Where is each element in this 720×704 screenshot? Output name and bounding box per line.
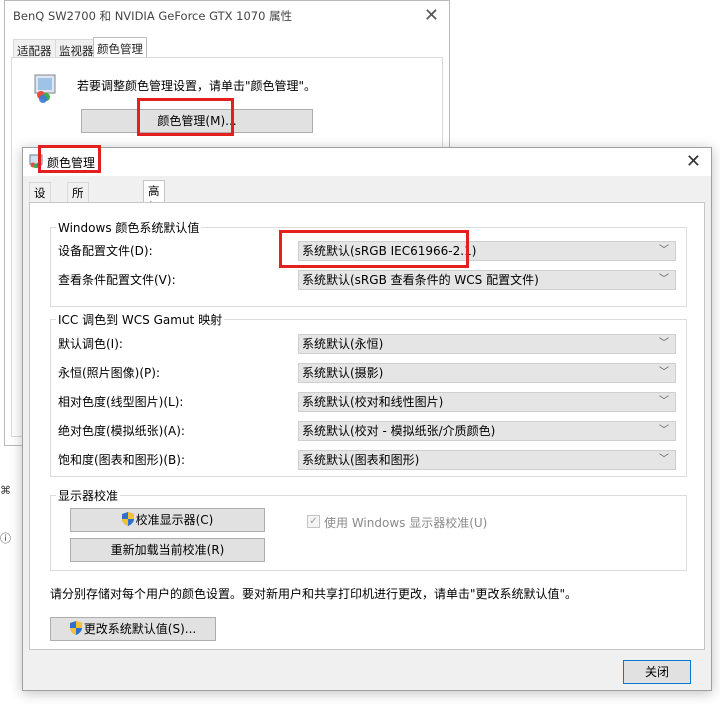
group-title: 显示器校准	[56, 487, 121, 504]
window-title: 颜色管理	[47, 156, 96, 170]
title-bar: BenQ SW2700 和 NVIDIA GeForce GTX 1070 属性…	[5, 1, 449, 31]
close-icon[interactable]: ✕	[686, 151, 701, 172]
tab-color-management[interactable]: 颜色管理	[93, 37, 147, 59]
relative-colorimetric-label: 相对色度(线型图片)(L):	[58, 395, 184, 409]
use-windows-calibration-checkbox[interactable]: ✓	[307, 515, 320, 528]
color-management-window: 颜色管理 ✕ 设备 所有配置文件 高级 Windows 颜色系统默认值 设备配置…	[22, 147, 712, 691]
relative-colorimetric-dropdown[interactable]: 系统默认(校对和线性图片) ﹀	[298, 392, 676, 412]
default-rendering-dropdown[interactable]: 系统默认(永恒) ﹀	[298, 334, 676, 354]
uac-shield-icon	[69, 621, 82, 635]
device-profile-dropdown[interactable]: 系统默认(sRGB IEC61966-2.1) ﹀	[298, 241, 676, 261]
perceptual-label: 永恒(照片图像)(P):	[58, 366, 161, 380]
chevron-down-icon: ﹀	[659, 425, 669, 436]
info-icon: ⓘ	[0, 532, 11, 545]
chevron-down-icon: ﹀	[659, 274, 669, 285]
dropdown-value: 系统默认(校对 - 模拟纸张/介质颜色)	[302, 424, 496, 438]
tab-devices[interactable]: 设备	[29, 182, 51, 216]
viewing-profile-dropdown[interactable]: 系统默认(sRGB 查看条件的 WCS 配置文件) ﹀	[298, 270, 676, 290]
chevron-down-icon: ﹀	[659, 396, 669, 407]
window-title: BenQ SW2700 和 NVIDIA GeForce GTX 1070 属性	[13, 9, 293, 23]
share-icon: ⌘	[0, 484, 11, 497]
advanced-tab-page: Windows 颜色系统默认值 设备配置文件(D): 系统默认(sRGB IEC…	[29, 202, 705, 650]
chevron-down-icon: ﹀	[659, 367, 669, 378]
tab-adapter[interactable]: 适配器	[13, 39, 56, 59]
chevron-down-icon: ﹀	[659, 245, 669, 256]
dropdown-value: 系统默认(校对和线性图片)	[302, 395, 444, 409]
tab-all-profiles[interactable]: 所有配置文件	[67, 182, 89, 280]
saturation-label: 饱和度(图表和图形)(B):	[58, 453, 186, 467]
change-system-defaults-button[interactable]: 更改系统默认值(S)...	[50, 617, 216, 641]
close-button[interactable]: 关闭	[623, 660, 691, 684]
color-management-app-icon	[29, 154, 43, 168]
color-management-button[interactable]: 颜色管理(M)...	[81, 109, 313, 133]
system-defaults-note: 请分别存储对每个用户的颜色设置。要对新用户和共享打印机进行更改，请单击"更改系统…	[50, 587, 578, 601]
dropdown-value: 系统默认(摄影)	[302, 366, 384, 380]
tab-advanced[interactable]: 高级	[143, 180, 165, 214]
chevron-down-icon: ﹀	[659, 454, 669, 465]
device-profile-label: 设备配置文件(D):	[58, 244, 153, 258]
calibrate-display-button[interactable]: 校准显示器(C)	[70, 508, 265, 532]
absolute-colorimetric-dropdown[interactable]: 系统默认(校对 - 模拟纸张/介质颜色) ﹀	[298, 421, 676, 441]
close-icon[interactable]: ✕	[424, 5, 439, 26]
monitor-color-icon	[34, 74, 56, 103]
uac-shield-icon	[121, 512, 134, 526]
instruction-text: 若要调整颜色管理设置，请单击"颜色管理"。	[77, 79, 317, 93]
use-windows-calibration-label: 使用 Windows 显示器校准(U)	[324, 516, 488, 530]
tab-monitor[interactable]: 监视器	[55, 39, 98, 59]
device-profile-value: 系统默认(sRGB IEC61966-2.1)	[302, 244, 477, 258]
group-title: Windows 颜色系统默认值	[56, 219, 202, 236]
windows-defaults-group	[50, 227, 687, 307]
button-label: 更改系统默认值(S)...	[83, 622, 197, 636]
default-rendering-label: 默认调色(I):	[58, 337, 123, 351]
absolute-colorimetric-label: 绝对色度(模拟纸张)(A):	[58, 424, 185, 438]
viewing-profile-label: 查看条件配置文件(V):	[58, 273, 176, 287]
saturation-dropdown[interactable]: 系统默认(图表和图形) ﹀	[298, 450, 676, 470]
chevron-down-icon: ﹀	[659, 338, 669, 349]
dropdown-value: 系统默认(图表和图形)	[302, 453, 420, 467]
viewing-profile-value: 系统默认(sRGB 查看条件的 WCS 配置文件)	[302, 273, 539, 287]
title-bar: 颜色管理 ✕	[23, 148, 711, 176]
button-label: 校准显示器(C)	[135, 513, 214, 527]
perceptual-dropdown[interactable]: 系统默认(摄影) ﹀	[298, 363, 676, 383]
group-title: ICC 调色到 WCS Gamut 映射	[56, 311, 225, 328]
reload-calibration-button[interactable]: 重新加载当前校准(R)	[70, 538, 265, 562]
dropdown-value: 系统默认(永恒)	[302, 337, 384, 351]
